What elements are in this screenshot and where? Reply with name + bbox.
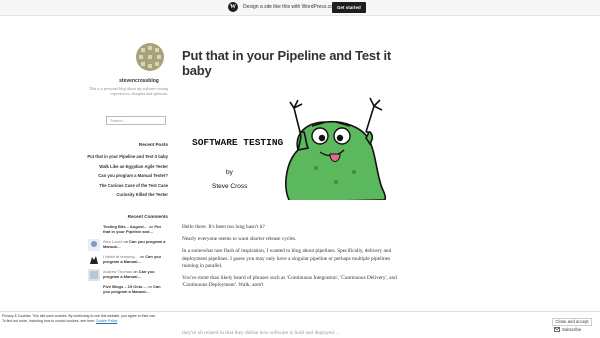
commenter-avatar-icon[interactable]: [88, 269, 100, 281]
cookie-policy-link[interactable]: Cookie Policy: [96, 319, 117, 323]
featured-image: SOFTWARE TESTING by Steve Cross: [192, 97, 387, 200]
comment-item: Testing Bits – August… on Put that in yo…: [88, 224, 168, 236]
cookie-more: To find out more, including how to contr…: [2, 318, 95, 323]
post-paragraph: Hello there. It's been too long hasn't i…: [182, 224, 265, 230]
recent-posts-title: Recent Posts: [138, 142, 168, 147]
subscribe-label: Subscribe: [562, 327, 582, 332]
recent-post-link[interactable]: Can you program a Manual Tester?: [80, 171, 168, 181]
hero-by: by: [226, 169, 234, 176]
subscribe-icon: [554, 327, 560, 332]
close-and-accept-button[interactable]: Close and accept: [552, 318, 592, 326]
subscribe-button[interactable]: Subscribe: [554, 327, 581, 332]
post-paragraph: You've more than likely heard of phrases…: [182, 275, 397, 289]
site-title[interactable]: stevencrossblog: [110, 78, 168, 84]
commenter-avatar-icon[interactable]: [88, 224, 100, 236]
comment-item: Andrew Thomas on Can you program a Manua…: [88, 269, 168, 281]
commenter-avatar-icon[interactable]: [88, 254, 100, 266]
recent-post-link[interactable]: Walk Like an Egyptian Agile Tester: [80, 162, 168, 172]
post-paragraph: In a somewhat rare flash of inspiration,…: [182, 248, 392, 269]
recent-post-link[interactable]: Curiosity Killed the Tester: [80, 190, 168, 200]
recent-post-link[interactable]: The Curious Case of the Test Case: [80, 181, 168, 191]
commenter-avatar-icon[interactable]: [88, 239, 100, 251]
monster-mascot-icon: [285, 97, 387, 200]
commenter-avatar-icon[interactable]: [88, 284, 100, 296]
wpcom-banner: W Design a site like this with WordPress…: [0, 0, 600, 16]
post-title[interactable]: Put that in your Pipeline and Test it ba…: [182, 48, 402, 78]
banner-content[interactable]: W Design a site like this with WordPress…: [228, 2, 337, 12]
hero-author: Steve Cross: [212, 183, 248, 190]
hero-heading: SOFTWARE TESTING: [192, 137, 284, 148]
recent-comments-list: Testing Bits – August… on Put that in yo…: [88, 224, 168, 299]
post-overflow-text: they're all related in that they define …: [182, 330, 340, 336]
site-description: This is a personal blog about my softwar…: [89, 86, 168, 96]
post-content: Hello there. It's been too long hasn't i…: [182, 224, 404, 294]
post-paragraph: Nearly everyone seems to want shorter re…: [182, 236, 297, 243]
recent-post-link[interactable]: Put that in your Pipeline and Test it ba…: [80, 152, 168, 162]
site-avatar-icon[interactable]: [135, 42, 165, 72]
banner-text[interactable]: Design a site like this with WordPress.c…: [243, 4, 337, 10]
wordpress-logo-icon: W: [228, 2, 238, 12]
cookie-text: Privacy & Cookies: This site uses cookie…: [2, 314, 172, 323]
comment-on: on: [123, 239, 128, 244]
comment-item: I failed at learning… on Can you program…: [88, 254, 168, 266]
comment-item: Alex Lovell on Can you program a Manual…: [88, 239, 168, 251]
recent-comments-title: Recent Comments: [127, 214, 168, 219]
search-input[interactable]: Search …: [106, 116, 166, 125]
recent-posts-list: Put that in your Pipeline and Test it ba…: [80, 152, 168, 200]
get-started-button[interactable]: Get started: [332, 2, 366, 13]
comment-item: Five Blogs – 19 Octo… on Can you program…: [88, 284, 168, 296]
